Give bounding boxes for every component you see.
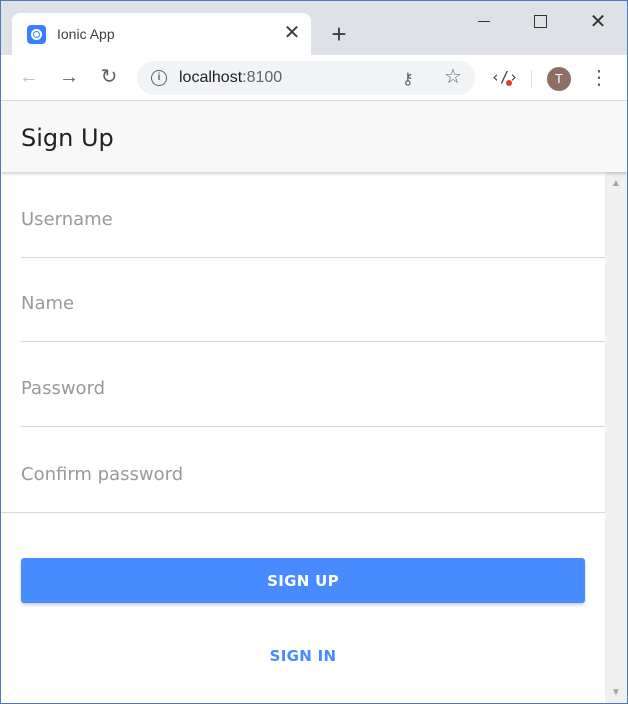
username-input[interactable]	[21, 202, 605, 236]
page-title: Sign Up	[21, 124, 114, 152]
reload-icon[interactable]: ↻	[95, 63, 123, 91]
confirm-password-item	[1, 427, 605, 513]
url-port: :8100	[242, 69, 283, 86]
more-menu-icon[interactable]: ⋮	[589, 65, 609, 91]
password-input[interactable]	[21, 371, 605, 405]
tab-title: Ionic App	[57, 26, 115, 42]
url-host: localhost	[179, 69, 243, 86]
window-close-icon[interactable]: ✕	[581, 9, 615, 35]
url-text: localhost:8100	[179, 69, 282, 87]
site-info-icon[interactable]: i	[151, 70, 167, 86]
sign-in-button[interactable]: SIGN IN	[21, 636, 585, 676]
extension-code-icon[interactable]: ‹/›	[491, 68, 518, 88]
forward-arrow-icon[interactable]: →	[55, 63, 83, 91]
sign-up-button[interactable]: SIGN UP	[21, 558, 585, 603]
app-header: Sign Up	[1, 101, 627, 172]
username-item	[21, 172, 605, 258]
bookmark-star-icon[interactable]: ☆	[442, 66, 464, 88]
new-tab-icon[interactable]: +	[326, 21, 352, 47]
back-arrow-icon[interactable]: ←	[15, 63, 43, 91]
password-item	[21, 341, 605, 427]
key-icon[interactable]: ⚷	[402, 69, 424, 88]
ionic-favicon-icon	[27, 25, 46, 44]
scroll-up-arrow-icon[interactable]: ▲	[605, 178, 627, 190]
tab-close-icon[interactable]: ✕	[282, 22, 302, 44]
profile-avatar[interactable]: T	[547, 67, 571, 91]
signup-form: SIGN UP SIGN IN	[1, 172, 605, 703]
name-input[interactable]	[21, 286, 605, 320]
maximize-icon[interactable]	[523, 9, 557, 35]
minimize-icon[interactable]	[467, 9, 501, 35]
tab-strip: Ionic App ✕ + ✕	[1, 1, 627, 55]
browser-tab[interactable]: Ionic App ✕	[12, 13, 311, 55]
field-underline	[1, 512, 605, 513]
confirm-password-input[interactable]	[21, 457, 605, 491]
address-bar[interactable]: i localhost:8100 ⚷ ☆	[137, 61, 475, 95]
browser-toolbar: ← → ↻ i localhost:8100 ⚷ ☆ ‹/› T ⋮	[1, 55, 627, 101]
name-item	[21, 256, 605, 342]
scroll-down-arrow-icon[interactable]: ▼	[605, 687, 627, 699]
toolbar-divider	[531, 70, 532, 88]
vertical-scrollbar[interactable]: ▲ ▼	[605, 172, 627, 703]
browser-window: Ionic App ✕ + ✕ ← → ↻ i localhost:8100 ⚷…	[0, 0, 628, 704]
